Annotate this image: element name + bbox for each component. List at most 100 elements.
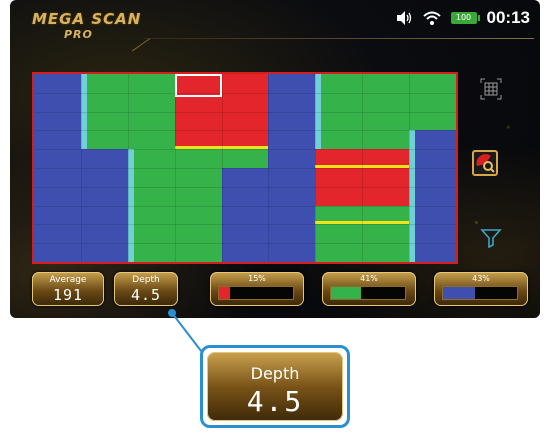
- callout-depth-label: Depth: [250, 364, 300, 383]
- red-percent-track: [218, 286, 294, 300]
- scan-cell: [80, 168, 129, 188]
- scan-cell: [315, 130, 363, 150]
- scan-cell: [34, 205, 82, 225]
- scan-cell: [80, 92, 129, 113]
- scan-cell: [362, 168, 410, 188]
- scan-cell: [80, 205, 129, 225]
- target-scan-icon[interactable]: [472, 150, 498, 176]
- green-percent-track: [330, 286, 406, 300]
- scan-cell: [315, 111, 363, 131]
- scan-cell: [221, 243, 269, 262]
- scan-cell: [127, 92, 176, 113]
- scan-cell: [34, 224, 82, 244]
- logo-line2: PRO: [64, 28, 93, 41]
- scan-cell: [268, 186, 316, 207]
- scan-cell: [34, 111, 82, 131]
- scan-cell: [409, 130, 456, 150]
- scan-cell: [34, 149, 82, 169]
- grid-line: [34, 130, 456, 132]
- depth-button[interactable]: Depth 4.5: [114, 272, 178, 306]
- scan-cell: [268, 205, 316, 225]
- scan-cell: [409, 74, 456, 94]
- scan-cell: [362, 130, 410, 150]
- depth-label: Depth: [132, 275, 160, 285]
- scan-cell: [127, 74, 176, 94]
- grid-line: [34, 243, 456, 245]
- scan-cell: [127, 168, 176, 188]
- grid-line: [34, 186, 456, 188]
- scan-cell: [174, 205, 223, 225]
- scan-cell: [409, 168, 456, 188]
- average-button[interactable]: Average 191: [32, 272, 104, 306]
- scan-cell: [315, 168, 363, 188]
- red-percent-button[interactable]: 15%: [210, 272, 304, 306]
- scan-cell: [127, 111, 176, 131]
- scan-cell: [34, 186, 82, 207]
- scan-cell: [221, 186, 269, 207]
- device-screen: MEGA SCAN PRO 100 00:13 Average 191 Dept…: [10, 0, 540, 318]
- scan-cell: [34, 130, 82, 150]
- scan-cell: [174, 111, 223, 131]
- scan-cell: [34, 168, 82, 188]
- callout-depth-value: 4.5: [246, 385, 304, 418]
- scan-cell: [174, 168, 223, 188]
- selection-box[interactable]: [174, 74, 222, 97]
- grid-line: [34, 224, 456, 226]
- clock-time: 00:13: [486, 8, 530, 27]
- scan-cell: [409, 243, 456, 262]
- scan-cell: [80, 224, 129, 244]
- blue-percent-button[interactable]: 43%: [434, 272, 528, 306]
- blue-percent-label: 43%: [472, 274, 490, 283]
- filter-icon[interactable]: [480, 228, 502, 248]
- scan-cell: [174, 224, 223, 244]
- scan-cell: [127, 224, 176, 244]
- scan-cell: [409, 92, 456, 113]
- scan-map-grid[interactable]: [32, 72, 458, 264]
- scan-cell: [174, 243, 223, 262]
- red-percent-fill: [219, 287, 231, 299]
- scan-cell: [362, 74, 410, 94]
- average-value: 191: [52, 286, 84, 304]
- scan-cell: [80, 243, 129, 262]
- battery-level: 100: [455, 13, 472, 22]
- grid-line: [34, 205, 456, 207]
- scan-cell: [362, 111, 410, 131]
- scan-cell: [409, 205, 456, 225]
- scan-cell: [268, 243, 316, 262]
- scan-cell: [268, 224, 316, 244]
- depth-callout-inner: Depth 4.5: [207, 352, 343, 421]
- scan-cell: [221, 74, 269, 94]
- scan-cell: [127, 186, 176, 207]
- scan-cell: [80, 111, 129, 131]
- scan-cell: [174, 186, 223, 207]
- depth-callout: Depth 4.5: [200, 345, 350, 428]
- app-logo: MEGA SCAN PRO: [32, 8, 172, 48]
- scan-cell: [127, 243, 176, 262]
- scan-cell: [221, 205, 269, 225]
- scan-cell: [34, 74, 82, 94]
- scan-cell: [362, 243, 410, 262]
- grid-view-icon[interactable]: [480, 78, 502, 100]
- scan-cell: [409, 111, 456, 131]
- green-percent-button[interactable]: 41%: [322, 272, 416, 306]
- scan-cell: [174, 149, 223, 169]
- scan-cell: [221, 92, 269, 113]
- scan-cell: [315, 74, 363, 94]
- wifi-icon[interactable]: [422, 10, 441, 26]
- speaker-icon[interactable]: [395, 10, 413, 26]
- status-bar: 100 00:13: [395, 6, 530, 30]
- scan-cell: [80, 74, 129, 94]
- scan-cell: [409, 224, 456, 244]
- scan-cell: [268, 130, 316, 150]
- scan-cell: [80, 186, 129, 207]
- grid-line: [34, 111, 456, 113]
- battery-icon: 100: [450, 12, 480, 24]
- scan-cell: [80, 130, 129, 150]
- scan-cell: [268, 111, 316, 131]
- scan-cell: [127, 130, 176, 150]
- blue-percent-fill: [443, 287, 475, 299]
- logo-line1: MEGA SCAN: [32, 10, 142, 28]
- scan-cell: [221, 224, 269, 244]
- depth-value: 4.5: [130, 286, 162, 304]
- scan-cell: [362, 224, 410, 244]
